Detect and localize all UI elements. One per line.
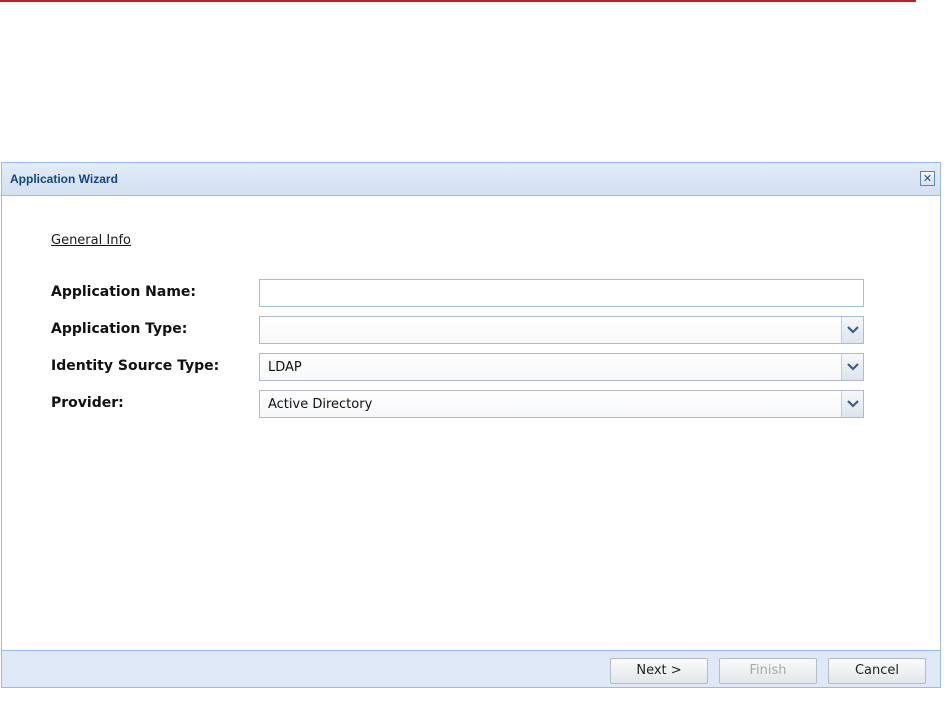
provider-dropdown-button[interactable] — [841, 391, 863, 417]
chevron-down-icon — [847, 326, 859, 334]
application-type-dropdown-button[interactable] — [841, 317, 863, 343]
top-accent-rule — [0, 0, 916, 2]
application-name-input[interactable] — [259, 279, 864, 307]
dialog-titlebar[interactable]: Application Wizard ✕ — [2, 163, 940, 196]
application-wizard-dialog: Application Wizard ✕ General Info Applic… — [1, 162, 941, 688]
dialog-title: Application Wizard — [10, 172, 118, 186]
chevron-down-icon — [847, 400, 859, 408]
dialog-body: General Info Application Name: Applicati… — [2, 197, 940, 651]
cancel-button[interactable]: Cancel — [828, 658, 926, 684]
general-info-link[interactable]: General Info — [51, 233, 131, 248]
next-button[interactable]: Next > — [610, 658, 708, 684]
application-name-label: Application Name: — [51, 284, 197, 300]
provider-label: Provider: — [51, 395, 124, 411]
dialog-footer: Next > Finish Cancel — [2, 650, 940, 687]
identity-source-type-label: Identity Source Type: — [51, 358, 220, 374]
provider-select[interactable]: Active Directory — [259, 390, 864, 418]
close-icon: ✕ — [922, 172, 933, 185]
application-type-label: Application Type: — [51, 321, 188, 337]
identity-source-type-dropdown-button[interactable] — [841, 354, 863, 380]
close-button[interactable]: ✕ — [920, 171, 935, 186]
provider-value: Active Directory — [268, 397, 373, 412]
identity-source-type-value: LDAP — [268, 360, 302, 375]
finish-button[interactable]: Finish — [719, 658, 817, 684]
chevron-down-icon — [847, 363, 859, 371]
identity-source-type-select[interactable]: LDAP — [259, 353, 864, 381]
application-type-select[interactable] — [259, 316, 864, 344]
